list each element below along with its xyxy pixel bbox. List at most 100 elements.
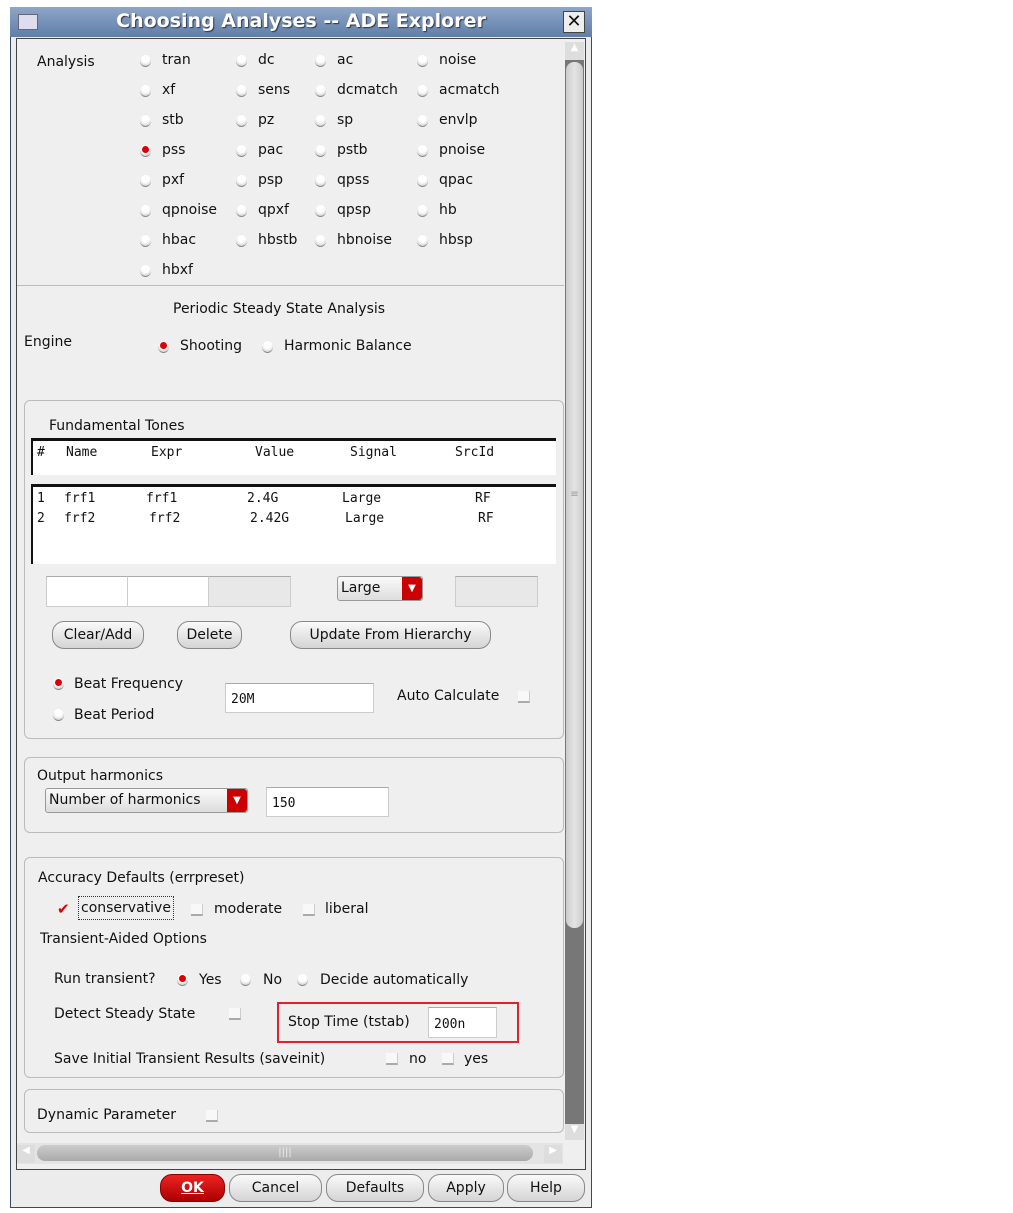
analysis-stb-radio[interactable] — [140, 115, 151, 127]
analysis-xf-label[interactable]: xf — [162, 82, 175, 98]
analysis-noise-radio[interactable] — [417, 55, 428, 67]
analysis-pxf-radio[interactable] — [140, 175, 151, 187]
analysis-hbac-label[interactable]: hbac — [162, 232, 196, 248]
analysis-hbnoise-radio[interactable] — [315, 235, 326, 247]
analysis-psp-radio[interactable] — [236, 175, 247, 187]
column-header[interactable]: Signal — [350, 445, 397, 460]
analysis-qpac-label[interactable]: qpac — [439, 172, 473, 188]
dynamic-parameter-checkbox[interactable] — [206, 1110, 218, 1122]
beat-frequency-label[interactable]: Beat Frequency — [74, 676, 183, 692]
clear-add-button[interactable]: Clear/Add — [52, 621, 144, 649]
signal-select[interactable]: Large ▼ — [337, 576, 423, 601]
check-icon[interactable]: ✔ — [57, 900, 70, 918]
analysis-pss-radio[interactable] — [140, 145, 151, 157]
analysis-sens-label[interactable]: sens — [258, 82, 290, 98]
analysis-tran-label[interactable]: tran — [162, 52, 191, 68]
save-init-no-label[interactable]: no — [409, 1051, 426, 1067]
analysis-qpsp-radio[interactable] — [315, 205, 326, 217]
window-menu-icon[interactable] — [18, 14, 38, 30]
analysis-hbxf-label[interactable]: hbxf — [162, 262, 193, 278]
table-cell[interactable]: Large — [342, 491, 381, 506]
analysis-dcmatch-radio[interactable] — [315, 85, 326, 97]
scroll-up-icon[interactable]: ▲ — [565, 42, 584, 60]
column-header[interactable]: Value — [255, 445, 294, 460]
analysis-hbstb-radio[interactable] — [236, 235, 247, 247]
analysis-tran-radio[interactable] — [140, 55, 151, 67]
run-transient-yes-label[interactable]: Yes — [199, 972, 222, 988]
analysis-dc-radio[interactable] — [236, 55, 247, 67]
conservative-label[interactable]: conservative — [78, 896, 174, 920]
table-cell[interactable]: 1 — [37, 491, 45, 506]
analysis-qpxf-label[interactable]: qpxf — [258, 202, 289, 218]
table-cell[interactable]: RF — [475, 491, 491, 506]
analysis-acmatch-label[interactable]: acmatch — [439, 82, 500, 98]
analysis-hbsp-radio[interactable] — [417, 235, 428, 247]
beat-period-label[interactable]: Beat Period — [74, 707, 154, 723]
analysis-hb-radio[interactable] — [417, 205, 428, 217]
horizontal-scroll-thumb[interactable]: |||| — [37, 1145, 533, 1161]
analysis-qpsp-label[interactable]: qpsp — [337, 202, 371, 218]
tone-expr-input[interactable] — [127, 576, 209, 607]
apply-button[interactable]: Apply — [428, 1174, 504, 1202]
column-header[interactable]: SrcId — [455, 445, 494, 460]
analysis-pxf-label[interactable]: pxf — [162, 172, 184, 188]
analysis-ac-label[interactable]: ac — [337, 52, 353, 68]
analysis-xf-radio[interactable] — [140, 85, 151, 97]
analysis-stb-label[interactable]: stb — [162, 112, 184, 128]
analysis-qpss-radio[interactable] — [315, 175, 326, 187]
srcid-input[interactable] — [455, 576, 538, 607]
analysis-dcmatch-label[interactable]: dcmatch — [337, 82, 398, 98]
analysis-acmatch-radio[interactable] — [417, 85, 428, 97]
beat-frequency-input[interactable]: 20M — [225, 683, 374, 713]
analysis-pz-label[interactable]: pz — [258, 112, 274, 128]
save-init-yes-label[interactable]: yes — [464, 1051, 488, 1067]
title-bar[interactable]: Choosing Analyses -- ADE Explorer — [10, 7, 592, 37]
update-from-hierarchy-button[interactable]: Update From Hierarchy — [290, 621, 491, 649]
run-transient-decide-label[interactable]: Decide automatically — [320, 972, 468, 988]
vertical-scroll-thumb[interactable]: ≡ — [566, 62, 583, 928]
harmonics-select[interactable]: Number of harmonics ▼ — [45, 788, 248, 813]
engine-shooting-label[interactable]: Shooting — [180, 338, 242, 354]
moderate-label[interactable]: moderate — [214, 901, 282, 917]
cancel-button[interactable]: Cancel — [229, 1174, 322, 1202]
analysis-envlp-label[interactable]: envlp — [439, 112, 478, 128]
save-init-no-checkbox[interactable] — [386, 1053, 398, 1065]
engine-hb-radio[interactable] — [262, 341, 273, 353]
help-button[interactable]: Help — [507, 1174, 585, 1202]
analysis-qpss-label[interactable]: qpss — [337, 172, 369, 188]
table-cell[interactable]: Large — [345, 511, 384, 526]
analysis-hb-label[interactable]: hb — [439, 202, 457, 218]
table-cell[interactable]: frf2 — [149, 511, 180, 526]
tone-name-input[interactable] — [46, 576, 128, 607]
liberal-checkbox[interactable] — [303, 904, 315, 916]
detect-steady-checkbox[interactable] — [229, 1008, 241, 1020]
analysis-pstb-radio[interactable] — [315, 145, 326, 157]
analysis-qpxf-radio[interactable] — [236, 205, 247, 217]
moderate-checkbox[interactable] — [191, 904, 203, 916]
defaults-button[interactable]: Defaults — [326, 1174, 424, 1202]
analysis-hbac-radio[interactable] — [140, 235, 151, 247]
run-transient-no-radio[interactable] — [240, 974, 251, 986]
analysis-hbxf-radio[interactable] — [140, 265, 151, 277]
table-cell[interactable]: frf1 — [146, 491, 177, 506]
auto-calculate-checkbox[interactable] — [518, 691, 530, 703]
ok-button[interactable]: OK — [160, 1174, 225, 1202]
analysis-qpnoise-label[interactable]: qpnoise — [162, 202, 217, 218]
scroll-right-icon[interactable]: ▶ — [544, 1145, 562, 1163]
analysis-sp-label[interactable]: sp — [337, 112, 353, 128]
run-transient-decide-radio[interactable] — [297, 974, 308, 986]
run-transient-yes-radio[interactable] — [177, 974, 188, 986]
table-cell[interactable]: RF — [478, 511, 494, 526]
engine-hb-label[interactable]: Harmonic Balance — [284, 338, 412, 354]
table-cell[interactable]: frf1 — [64, 491, 95, 506]
analysis-psp-label[interactable]: psp — [258, 172, 283, 188]
analysis-pz-radio[interactable] — [236, 115, 247, 127]
beat-frequency-radio[interactable] — [53, 678, 64, 690]
liberal-label[interactable]: liberal — [325, 901, 369, 917]
beat-period-radio[interactable] — [53, 709, 64, 721]
analysis-hbsp-label[interactable]: hbsp — [439, 232, 473, 248]
scroll-down-icon[interactable]: ▼ — [565, 1124, 584, 1140]
scroll-left-icon[interactable]: ◀ — [17, 1145, 35, 1163]
analysis-sp-radio[interactable] — [315, 115, 326, 127]
analysis-pac-label[interactable]: pac — [258, 142, 283, 158]
